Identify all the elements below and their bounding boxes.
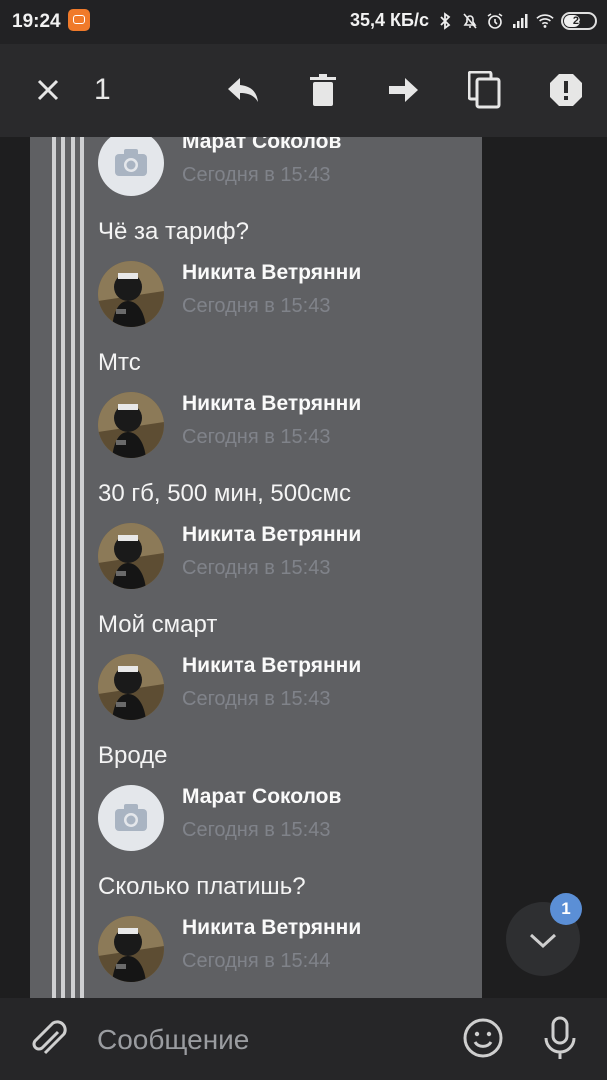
avatar[interactable] — [98, 261, 164, 327]
selection-toolbar: 1 — [0, 44, 607, 137]
message-time: Сегодня в 15:43 — [182, 688, 331, 710]
message-text: 30 гб, 500 мин, 500смс — [98, 480, 351, 507]
message-input[interactable]: Сообщение — [97, 1024, 249, 1056]
message-text: Сколько платишь? — [98, 873, 306, 900]
alarm-icon — [487, 12, 503, 29]
close-icon[interactable] — [30, 72, 66, 108]
emoji-icon[interactable] — [462, 1017, 504, 1059]
message-text: Вроде — [98, 742, 168, 769]
avatar[interactable] — [98, 916, 164, 982]
avatar[interactable] — [98, 392, 164, 458]
message-composer: Сообщение — [0, 998, 607, 1080]
message-time: Сегодня в 15:43 — [182, 819, 331, 841]
camera-icon[interactable] — [98, 137, 164, 196]
selection-bars — [52, 137, 84, 998]
battery-icon: 24 — [561, 11, 597, 30]
message-author[interactable]: Никита Ветрянни — [182, 392, 361, 416]
avatar[interactable] — [98, 654, 164, 720]
status-bar: 19:24 35,4 КБ/с 24 — [0, 0, 607, 44]
wifi-icon — [536, 13, 554, 28]
message-author[interactable]: Марат Соколов — [182, 785, 341, 809]
message-time: Сегодня в 15:43 — [182, 426, 331, 448]
message-time: Сегодня в 15:44 — [182, 950, 331, 972]
attach-icon[interactable] — [28, 1018, 68, 1060]
status-time: 19:24 — [12, 11, 61, 32]
report-icon[interactable] — [548, 72, 584, 108]
message-author[interactable]: Никита Ветрянни — [182, 261, 361, 285]
selected-messages-panel: Марат Соколов Сегодня в 15:43 Чё за тариф?… — [30, 137, 482, 998]
mute-icon — [463, 12, 477, 29]
message-text: Чё за тариф? — [98, 218, 249, 245]
app-notification-icon — [68, 9, 90, 31]
reply-icon[interactable] — [225, 72, 261, 108]
message-text: Мой смарт — [98, 611, 218, 638]
bluetooth-icon — [440, 11, 451, 30]
copy-icon[interactable] — [467, 71, 503, 109]
network-speed: 35,4 КБ/с — [350, 10, 429, 30]
message-time: Сегодня в 15:43 — [182, 557, 331, 579]
message-author[interactable]: Никита Ветрянни — [182, 654, 361, 678]
message-text: Мтс — [98, 349, 141, 376]
message-author[interactable]: Никита Ветрянни — [182, 523, 361, 547]
signal-icon — [513, 13, 528, 28]
battery-level: 24 — [572, 14, 586, 27]
unread-badge: 1 — [550, 893, 582, 925]
microphone-icon[interactable] — [542, 1016, 578, 1060]
message-time: Сегодня в 15:43 — [182, 164, 331, 186]
message-author[interactable]: Никита Ветрянни — [182, 916, 361, 940]
forward-icon[interactable] — [386, 72, 422, 108]
selected-count: 1 — [94, 73, 111, 106]
message-author[interactable]: Марат Соколов — [182, 137, 341, 154]
status-right: 35,4 КБ/с 24 — [350, 10, 597, 31]
message-time: Сегодня в 15:43 — [182, 295, 331, 317]
camera-icon[interactable] — [98, 785, 164, 851]
avatar[interactable] — [98, 523, 164, 589]
delete-icon[interactable] — [305, 72, 341, 108]
